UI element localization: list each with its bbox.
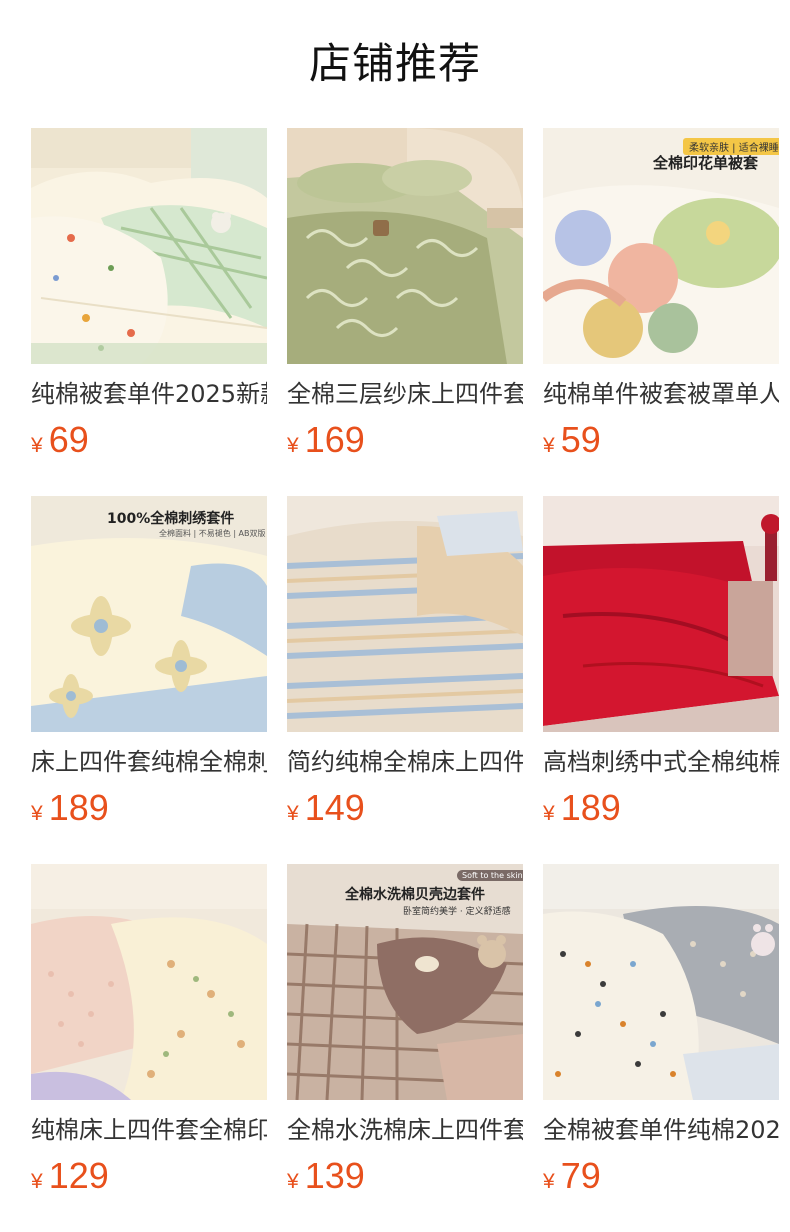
product-card[interactable]: 全棉被套单件纯棉2025 ¥79 [543,864,779,1204]
product-name[interactable]: 简约纯棉全棉床上四件套 [287,746,523,778]
product-image[interactable] [287,128,523,364]
product-image[interactable] [543,864,779,1100]
price-amount: 139 [304,1155,365,1196]
price-amount: 149 [304,787,365,828]
currency-symbol: ¥ [287,434,299,457]
product-image[interactable]: 100%全棉刺绣套件 全棉面料 | 不易褪色 | AB双版 [31,496,267,732]
product-card[interactable]: 纯棉被套单件2025新款 ¥69 [31,128,267,468]
product-image[interactable] [31,864,267,1100]
product-name[interactable]: 全棉水洗棉床上四件套 [287,1114,523,1146]
promo-title: 全棉水洗棉贝壳边套件 [345,887,485,903]
currency-symbol: ¥ [543,1170,555,1193]
product-name[interactable]: 全棉三层纱床上四件套 [287,378,523,410]
product-name[interactable]: 纯棉被套单件2025新款 [31,378,267,410]
currency-symbol: ¥ [31,1170,43,1193]
price-amount: 69 [48,419,89,460]
product-name[interactable]: 全棉被套单件纯棉2025 [543,1114,779,1146]
product-name[interactable]: 床上四件套纯棉全棉刺绣 [31,746,267,778]
product-image[interactable]: Soft to the skin 全棉水洗棉贝壳边套件 卧室简约美学 · 定义舒… [287,864,523,1100]
currency-symbol: ¥ [31,434,43,457]
product-price: ¥139 [287,1156,523,1204]
product-card[interactable]: 纯棉床上四件套全棉印花 ¥129 [31,864,267,1204]
currency-symbol: ¥ [543,802,555,825]
currency-symbol: ¥ [287,802,299,825]
currency-symbol: ¥ [543,434,555,457]
price-amount: 79 [560,1155,601,1196]
price-amount: 59 [560,419,601,460]
promo-title: 100%全棉刺绣套件 [107,511,235,527]
product-price: ¥189 [31,788,267,836]
product-price: ¥149 [287,788,523,836]
product-price: ¥69 [31,420,267,468]
promo-tag: Soft to the skin [457,870,523,881]
product-name[interactable]: 纯棉床上四件套全棉印花 [31,1114,267,1146]
price-amount: 189 [560,787,621,828]
product-price: ¥79 [543,1156,779,1204]
promo-subtitle: 卧室简约美学 · 定义舒适感 [403,907,511,917]
product-price: ¥59 [543,420,779,468]
currency-symbol: ¥ [287,1170,299,1193]
product-card[interactable]: Soft to the skin 全棉水洗棉贝壳边套件 卧室简约美学 · 定义舒… [287,864,523,1204]
price-amount: 169 [304,419,365,460]
product-card[interactable]: 高档刺绣中式全棉纯棉 ¥189 [543,496,779,836]
product-image[interactable]: 柔软亲肤 | 适合裸睡 全棉印花单被套 [543,128,779,364]
product-image[interactable] [543,496,779,732]
product-image[interactable] [287,496,523,732]
product-price: ¥189 [543,788,779,836]
product-card[interactable]: 全棉三层纱床上四件套 ¥169 [287,128,523,468]
page-title: 店铺推荐 [308,39,481,88]
promo-title: 全棉印花单被套 [653,154,759,172]
promo-subtitle: 全棉面料 | 不易褪色 | AB双版 [159,529,266,538]
currency-symbol: ¥ [31,802,43,825]
product-card[interactable]: 柔软亲肤 | 适合裸睡 全棉印花单被套 纯棉单件被套被罩单人 ¥59 [543,128,779,468]
price-amount: 129 [48,1155,109,1196]
product-price: ¥169 [287,420,523,468]
product-image[interactable] [31,128,267,364]
product-price: ¥129 [31,1156,267,1204]
product-card[interactable]: 100%全棉刺绣套件 全棉面料 | 不易褪色 | AB双版 床上四件套纯棉全棉刺… [31,496,267,836]
product-name[interactable]: 高档刺绣中式全棉纯棉 [543,746,779,778]
price-amount: 189 [48,787,109,828]
product-name[interactable]: 纯棉单件被套被罩单人 [543,378,779,410]
product-card[interactable]: 简约纯棉全棉床上四件套 ¥149 [287,496,523,836]
